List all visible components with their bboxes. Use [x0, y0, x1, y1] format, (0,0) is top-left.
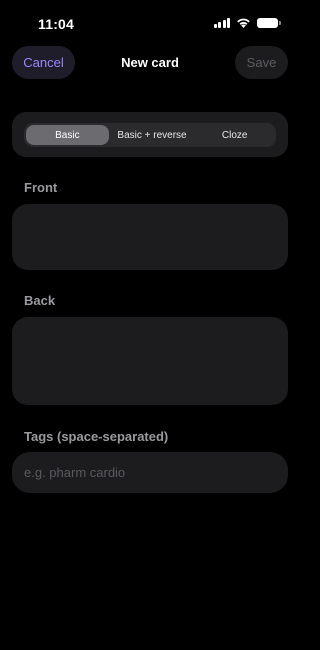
save-button[interactable]: Save: [235, 46, 288, 79]
front-field[interactable]: [12, 204, 288, 270]
front-label: Front: [24, 180, 58, 195]
card-type-segmented-control: Basic Basic + reverse Cloze: [24, 123, 276, 147]
tags-label: Tags (space-separated): [24, 429, 169, 444]
tags-input[interactable]: e.g. pharm cardio: [12, 452, 288, 493]
segment-basic[interactable]: Basic: [26, 125, 109, 145]
segment-cloze[interactable]: Cloze: [193, 123, 276, 147]
wifi-icon: [237, 18, 250, 28]
back-field[interactable]: [12, 317, 288, 405]
status-icons: [213, 17, 281, 28]
card-type-panel: Basic Basic + reverse Cloze: [12, 112, 288, 157]
signal-icon: [213, 17, 230, 28]
back-label: Back: [24, 293, 56, 308]
battery-icon: [257, 17, 281, 28]
status-bar: 11:04: [0, 0, 300, 46]
status-time: 11:04: [38, 16, 75, 32]
segment-basic-reverse[interactable]: Basic + reverse: [111, 123, 194, 147]
tags-placeholder: e.g. pharm cardio: [24, 465, 126, 480]
nav-bar: Cancel New card Save: [0, 46, 300, 80]
